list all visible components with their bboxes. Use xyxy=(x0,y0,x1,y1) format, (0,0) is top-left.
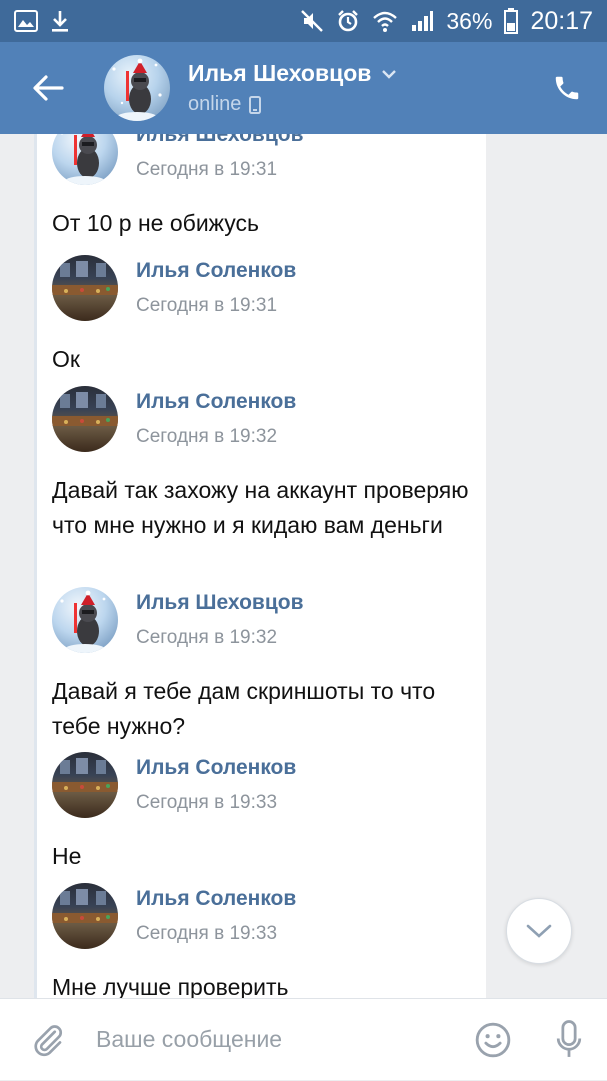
message-text: Не xyxy=(52,843,82,869)
voice-message-button[interactable] xyxy=(531,999,607,1081)
author-avatar[interactable] xyxy=(52,752,118,818)
attach-button[interactable] xyxy=(0,999,96,1081)
mute-icon xyxy=(301,10,324,32)
emoji-icon xyxy=(475,1022,511,1057)
message-header: Илья Соленков Сегодня в 19:33 xyxy=(52,745,482,825)
message-text: Давай так захожу на аккаунт проверяю что… xyxy=(52,477,469,538)
contact-status: online xyxy=(188,93,242,115)
author-avatar[interactable] xyxy=(52,255,118,321)
message-text: Давай я тебе дам скриншоты то что тебе н… xyxy=(52,678,436,739)
header-avatar[interactable] xyxy=(104,55,170,121)
alarm-icon xyxy=(338,10,359,32)
battery-icon xyxy=(504,8,519,34)
raccoon-avatar-image xyxy=(60,134,105,185)
hall-avatar-image xyxy=(52,392,118,426)
mic-icon xyxy=(556,1019,582,1057)
author-name[interactable]: Илья Соленков xyxy=(136,887,296,911)
message-meta: Илья Соленков Сегодня в 19:33 xyxy=(136,887,296,945)
message-header: Илья Соленков Сегодня в 19:31 xyxy=(52,248,482,328)
wifi-icon xyxy=(373,11,398,32)
contact-name-row: Илья Шеховцов xyxy=(188,60,527,87)
contact-name: Илья Шеховцов xyxy=(188,60,372,86)
message-header: Илья Шеховцов Сегодня в 19:31 xyxy=(52,134,482,192)
phone-icon xyxy=(555,76,579,100)
message-time: Сегодня в 19:33 xyxy=(136,923,278,944)
author-avatar[interactable] xyxy=(52,587,118,653)
attach-icon xyxy=(34,1024,62,1056)
message-time: Сегодня в 19:33 xyxy=(136,792,278,813)
header-info[interactable]: Илья Шеховцов online xyxy=(188,60,527,116)
status-left xyxy=(14,9,70,33)
message-header: Илья Соленков Сегодня в 19:32 xyxy=(52,379,482,459)
message-item[interactable]: Илья Соленков Сегодня в 19:31 Ок xyxy=(52,248,482,377)
author-avatar[interactable] xyxy=(52,134,118,185)
author-name[interactable]: Илья Соленков xyxy=(136,390,296,414)
author-name[interactable]: Илья Соленков xyxy=(136,756,296,780)
message-meta: Илья Соленков Сегодня в 19:31 xyxy=(136,259,296,317)
hall-avatar-image xyxy=(52,758,118,792)
message-meta: Илья Соленков Сегодня в 19:33 xyxy=(136,756,296,814)
signal-icon xyxy=(412,11,434,31)
contact-status-row: online xyxy=(188,93,527,116)
hall-avatar-image xyxy=(52,889,118,923)
scroll-down-button[interactable] xyxy=(506,898,572,964)
back-button[interactable] xyxy=(0,42,96,134)
author-avatar[interactable] xyxy=(52,883,118,949)
back-arrow-icon xyxy=(33,75,64,101)
hall-avatar-image xyxy=(52,261,118,295)
author-avatar[interactable] xyxy=(52,386,118,452)
message-header: Илья Шеховцов Сегодня в 19:32 xyxy=(52,580,482,660)
message-text: Мне лучше проверить xyxy=(52,974,289,998)
message-time: Сегодня в 19:31 xyxy=(136,159,278,180)
status-bar: 36% 20:17 xyxy=(0,0,607,42)
message-meta: Илья Шеховцов Сегодня в 19:31 xyxy=(136,134,303,181)
message-time: Сегодня в 19:32 xyxy=(136,627,278,648)
message-list[interactable]: Илья Шеховцов Сегодня в 19:31 От 10 р не… xyxy=(0,134,607,998)
message-meta: Илья Соленков Сегодня в 19:32 xyxy=(136,390,296,448)
message-item[interactable]: Илья Соленков Сегодня в 19:33 Не xyxy=(52,745,482,874)
message-meta: Илья Шеховцов Сегодня в 19:32 xyxy=(136,591,303,649)
emoji-button[interactable] xyxy=(455,999,531,1081)
raccoon-avatar-image xyxy=(60,590,106,653)
message-time: Сегодня в 19:32 xyxy=(136,426,278,447)
message-composer xyxy=(0,998,607,1080)
message-header: Илья Соленков Сегодня в 19:33 xyxy=(52,876,482,956)
download-icon xyxy=(52,11,68,32)
gallery-icon xyxy=(14,10,38,32)
author-name[interactable]: Илья Шеховцов xyxy=(136,134,303,147)
message-text: Ок xyxy=(52,346,80,372)
message-item[interactable]: Илья Шеховцов Сегодня в 19:31 От 10 р не… xyxy=(52,134,482,241)
status-right: 36% 20:17 xyxy=(300,7,593,36)
message-item[interactable]: Илья Соленков Сегодня в 19:33 Мне лучше … xyxy=(52,876,482,998)
author-name[interactable]: Илья Соленков xyxy=(136,259,296,283)
message-input[interactable] xyxy=(96,1026,455,1053)
battery-percent: 36% xyxy=(446,7,493,34)
chat-header: Илья Шеховцов online xyxy=(0,42,607,134)
call-button[interactable] xyxy=(527,42,607,134)
chevron-down-icon xyxy=(526,924,552,938)
message-time: Сегодня в 19:31 xyxy=(136,295,278,316)
chevron-down-icon[interactable] xyxy=(381,69,397,79)
status-time: 20:17 xyxy=(530,6,593,35)
author-name[interactable]: Илья Шеховцов xyxy=(136,591,303,615)
message-item[interactable]: Илья Шеховцов Сегодня в 19:32 Давай я те… xyxy=(52,580,482,744)
message-text: От 10 р не обижусь xyxy=(52,210,260,236)
raccoon-avatar-image xyxy=(112,58,162,121)
message-item[interactable]: Илья Соленков Сегодня в 19:32 Давай так … xyxy=(52,379,482,543)
mobile-device-icon xyxy=(249,95,262,114)
